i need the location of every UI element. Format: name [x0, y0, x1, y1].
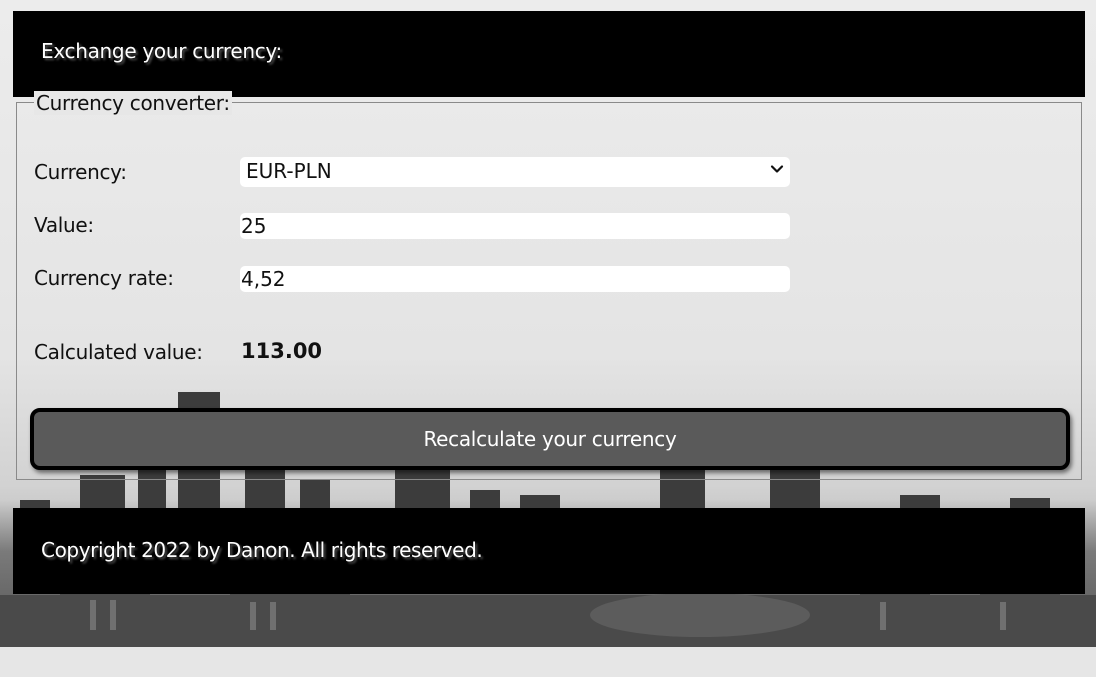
page: Exchange your currency: Currency convert…: [0, 0, 1096, 677]
footer-banner: Copyright 2022 by Danon. All rights rese…: [13, 508, 1085, 594]
header-banner: Exchange your currency:: [13, 11, 1085, 97]
currency-select[interactable]: EUR-PLN: [240, 157, 790, 187]
currency-rate-label: Currency rate:: [34, 266, 174, 290]
currency-label: Currency:: [34, 160, 127, 184]
value-input[interactable]: [240, 213, 790, 239]
value-label: Value:: [34, 213, 94, 237]
currency-select-value: EUR-PLN: [246, 159, 332, 183]
page-title: Exchange your currency:: [41, 39, 282, 63]
currency-rate-input[interactable]: [240, 266, 790, 292]
converter-legend: Currency converter:: [34, 91, 232, 115]
currency-converter-form: Currency converter: Currency: EUR-PLN Va…: [16, 91, 1082, 480]
calculated-value: 113.00: [241, 339, 323, 363]
chevron-down-icon: [770, 165, 784, 173]
calculated-value-label: Calculated value:: [34, 340, 203, 364]
recalculate-button[interactable]: Recalculate your currency: [30, 408, 1070, 470]
page-bottom: [0, 647, 1096, 677]
copyright-text: Copyright 2022 by Danon. All rights rese…: [41, 538, 483, 562]
